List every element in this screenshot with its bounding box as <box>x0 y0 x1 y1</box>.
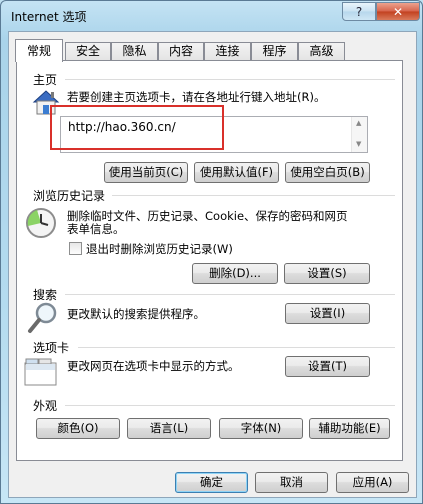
colors-button[interactable]: 颜色(O) <box>36 418 120 439</box>
use-default-button[interactable]: 使用默认值(F) <box>194 162 279 183</box>
delete-history-button[interactable]: 删除(D)... <box>192 263 278 284</box>
tabs-description: 更改网页在选项卡中显示的方式。 <box>67 359 240 373</box>
delete-on-exit-label[interactable]: 退出时删除浏览历史记录(W) <box>86 242 233 256</box>
homepage-section-title: 主页 <box>33 73 58 87</box>
search-divider <box>65 294 395 295</box>
homepage-description: 若要创建主页选项卡，请在各地址行键入地址(R)。 <box>67 90 326 104</box>
tab-programs[interactable]: 程序 <box>251 42 298 61</box>
history-settings-button[interactable]: 设置(S) <box>284 263 370 284</box>
delete-on-exit-checkbox[interactable] <box>69 242 82 255</box>
dialog-body: 常规 安全 隐私 内容 连接 程序 高级 主页 若要创建主页选项卡，请在各地址行… <box>8 31 417 498</box>
use-current-button[interactable]: 使用当前页(C) <box>104 162 188 183</box>
history-description-line1: 删除临时文件、历史记录、Cookie、保存的密码和网页 <box>67 209 348 223</box>
url-highlight-box <box>50 105 224 150</box>
history-clock-icon <box>24 206 58 243</box>
tabbed-window-icon <box>24 355 58 390</box>
search-magnifier-icon <box>27 301 59 338</box>
apply-button[interactable]: 应用(A) <box>336 472 409 493</box>
tab-strip: 常规 安全 隐私 内容 连接 程序 高级 <box>9 39 418 62</box>
window-title: Internet 选项 <box>11 10 87 24</box>
scroll-down-icon[interactable]: ▼ <box>356 140 361 148</box>
history-section-title: 浏览历史记录 <box>33 189 106 203</box>
cancel-button[interactable]: 取消 <box>255 472 328 493</box>
help-button[interactable]: ? <box>342 2 376 21</box>
appearance-divider <box>65 405 395 406</box>
tab-general[interactable]: 常规 <box>15 39 63 62</box>
title-bar[interactable]: Internet 选项 ? ✕ <box>1 1 422 31</box>
tab-security[interactable]: 安全 <box>65 42 111 61</box>
general-tab-panel: 主页 若要创建主页选项卡，请在各地址行键入地址(R)。 http://hao.3… <box>16 60 403 461</box>
tabs-section-title: 选项卡 <box>33 341 70 355</box>
close-button[interactable]: ✕ <box>376 2 420 21</box>
url-field-scrollbar[interactable]: ▲ ▼ <box>351 117 367 152</box>
tab-privacy[interactable]: 隐私 <box>111 42 158 61</box>
appearance-section-title: 外观 <box>33 399 58 413</box>
languages-button[interactable]: 语言(L) <box>127 418 211 439</box>
tabs-settings-button[interactable]: 设置(T) <box>285 356 370 377</box>
search-settings-button[interactable]: 设置(I) <box>285 303 370 324</box>
ok-button[interactable]: 确定 <box>175 472 248 493</box>
scroll-up-icon[interactable]: ▲ <box>356 119 361 127</box>
history-divider <box>112 195 395 196</box>
search-description: 更改默认的搜索提供程序。 <box>67 307 205 321</box>
tab-connections[interactable]: 连接 <box>204 42 251 61</box>
history-description-line2: 表单信息。 <box>67 222 125 236</box>
accessibility-button[interactable]: 辅助功能(E) <box>309 418 390 439</box>
tab-content[interactable]: 内容 <box>158 42 204 61</box>
tab-advanced[interactable]: 高级 <box>298 42 345 61</box>
tabs-divider <box>78 347 395 348</box>
use-blank-button[interactable]: 使用空白页(B) <box>285 162 370 183</box>
internet-options-window: Internet 选项 ? ✕ 常规 安全 隐私 内容 连接 程序 高级 主页 <box>0 0 423 504</box>
homepage-divider <box>65 79 395 80</box>
fonts-button[interactable]: 字体(N) <box>219 418 303 439</box>
